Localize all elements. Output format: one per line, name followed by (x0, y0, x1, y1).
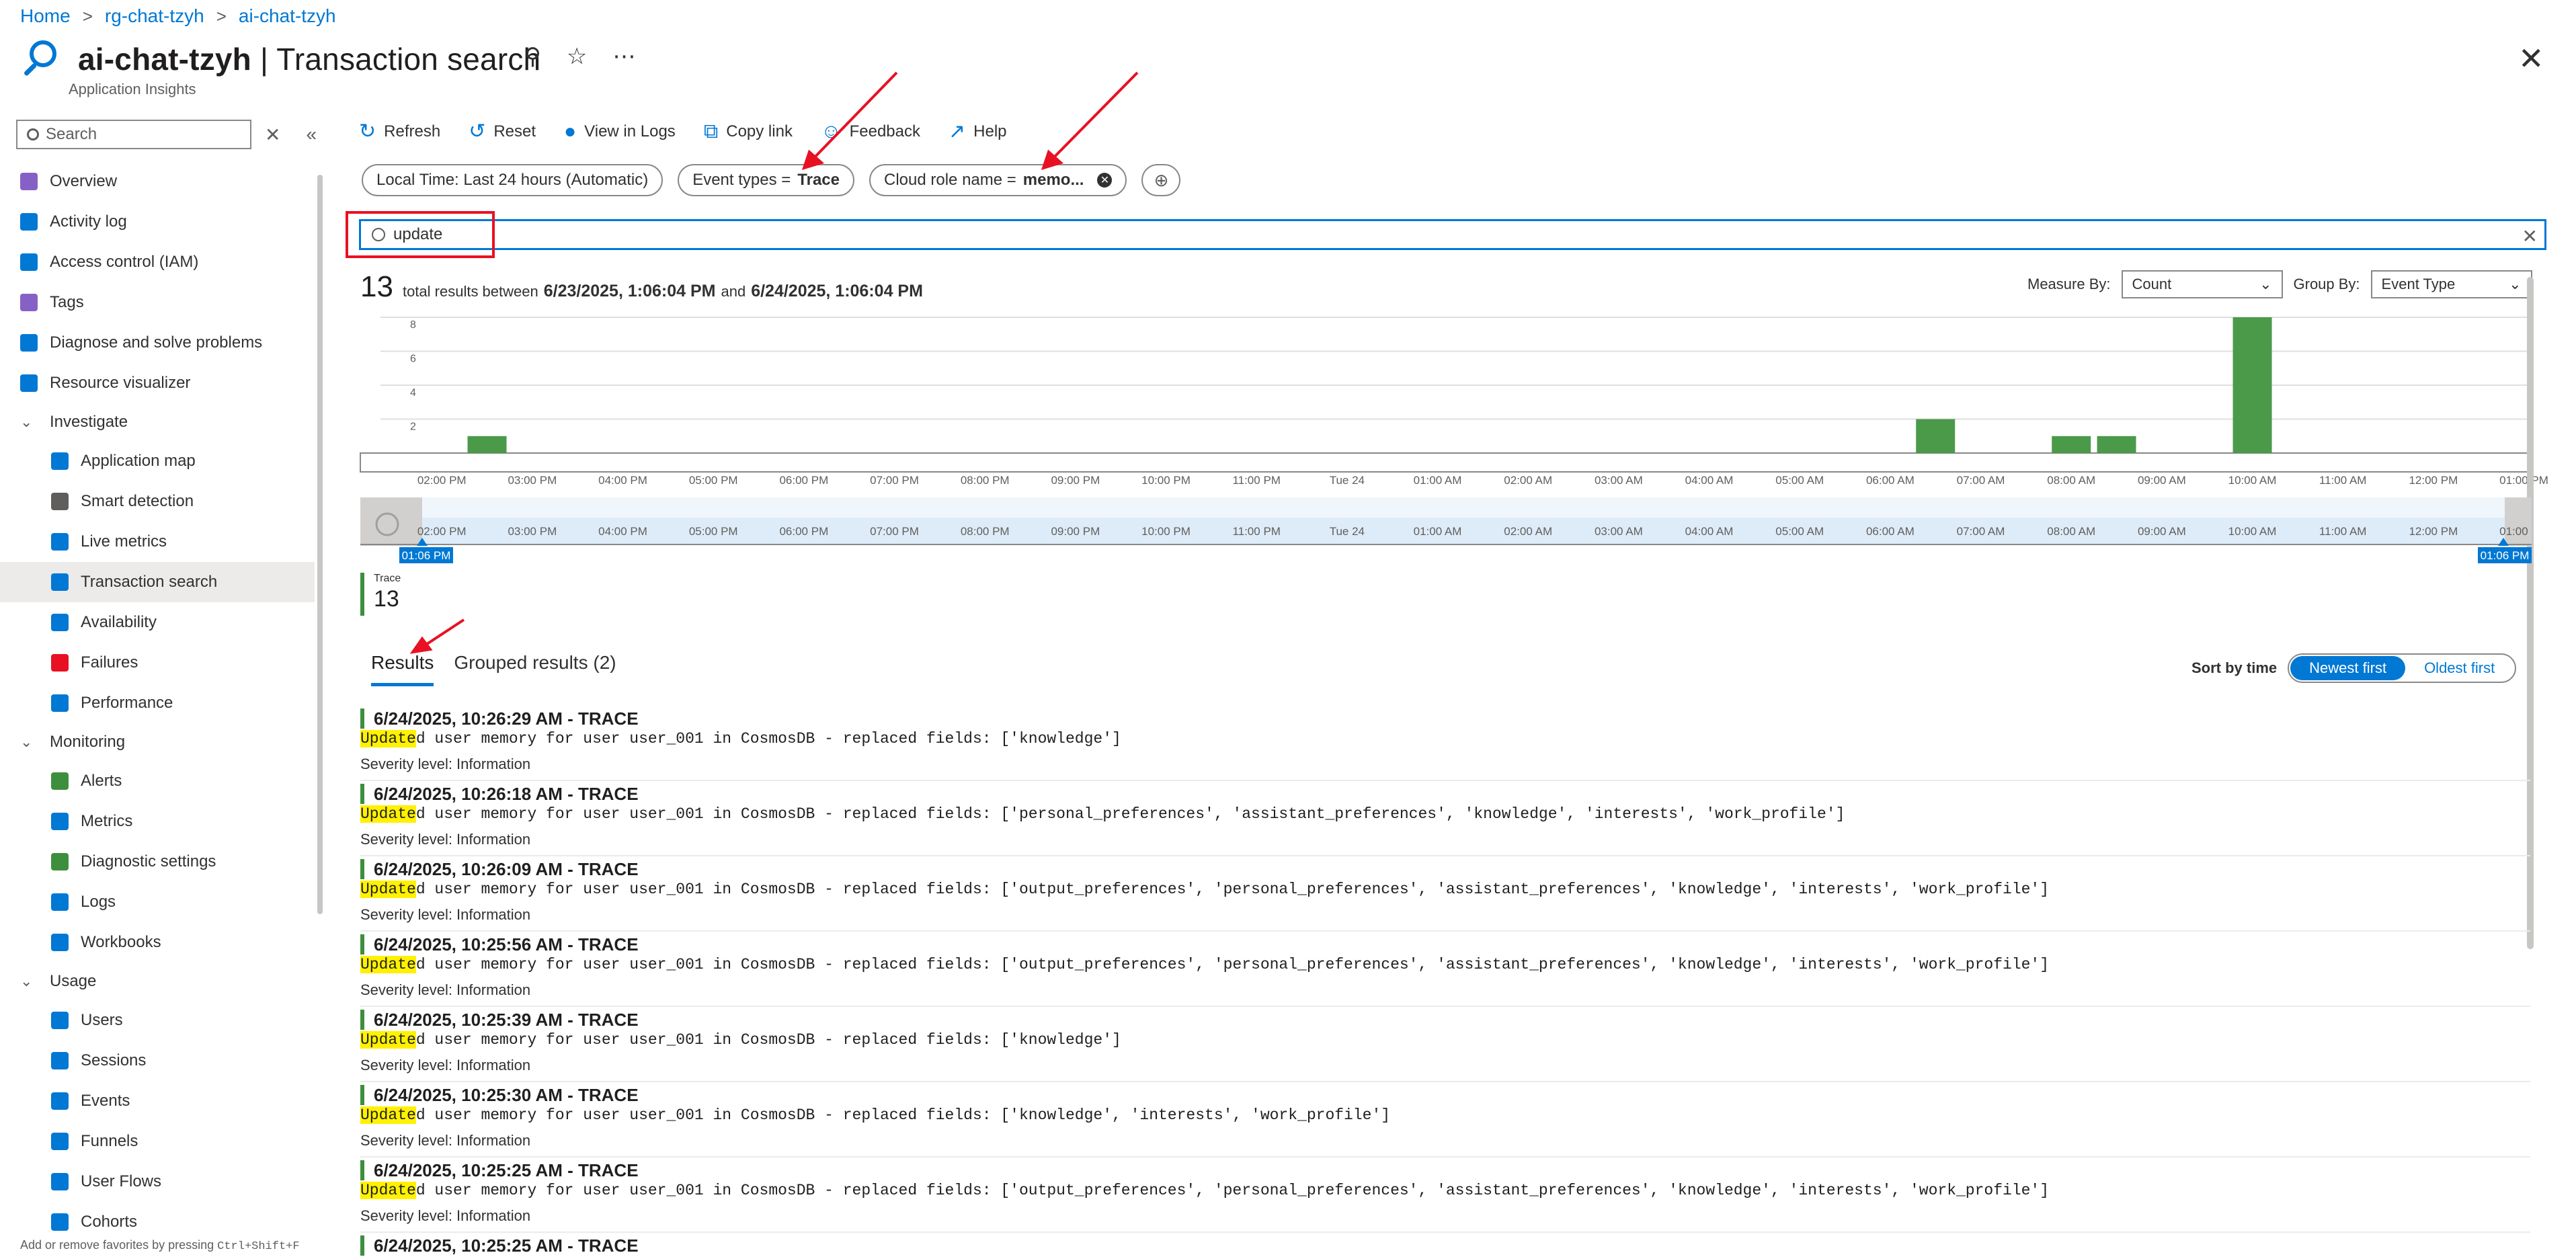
annotation-arrows (409, 71, 1139, 654)
